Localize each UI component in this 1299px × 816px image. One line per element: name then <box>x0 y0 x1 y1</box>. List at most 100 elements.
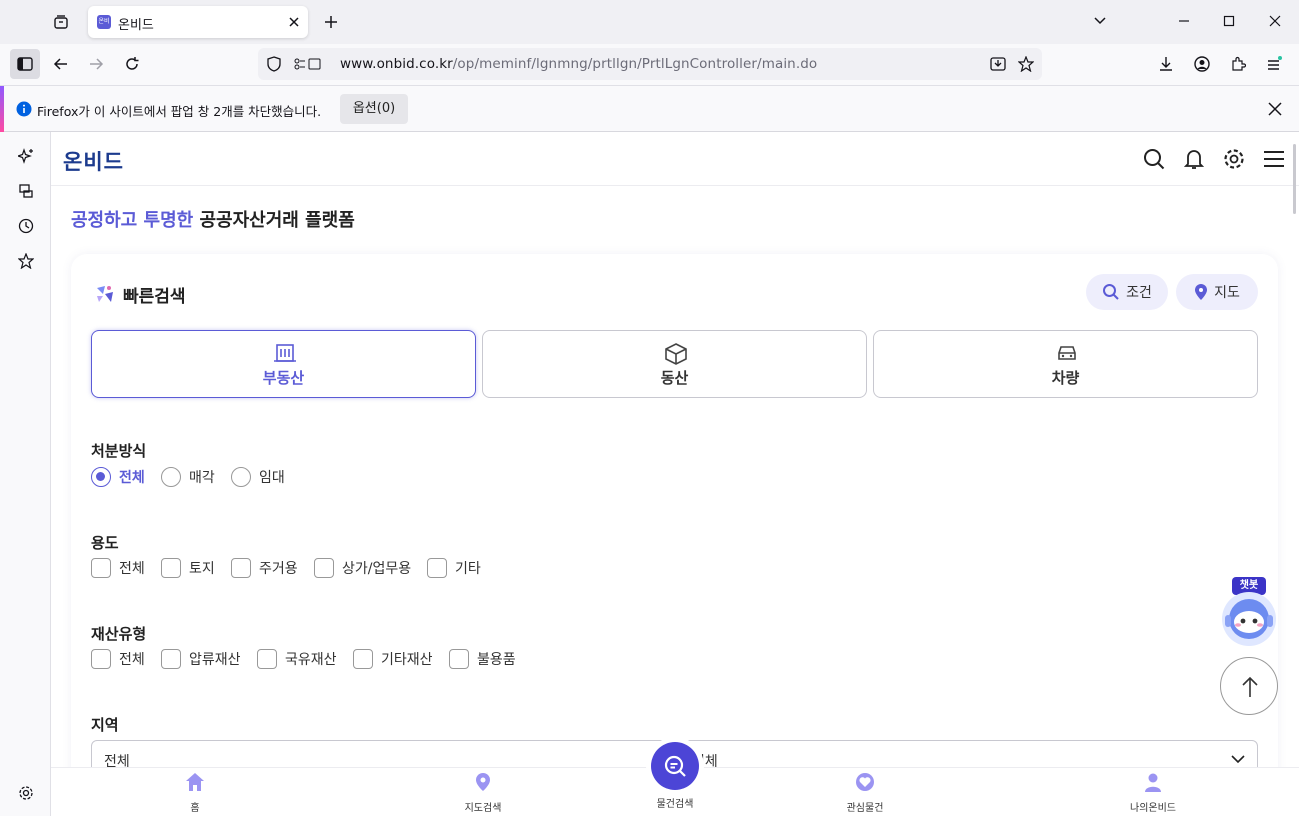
close-window-icon[interactable] <box>1261 7 1289 35</box>
checkbox[interactable] <box>257 649 277 669</box>
car-icon <box>1058 346 1076 360</box>
bottom-nav-item-search[interactable]: 물건검색 <box>635 795 715 810</box>
new-tab-icon[interactable] <box>317 8 345 36</box>
box-icon <box>665 343 687 365</box>
search-icon <box>1103 284 1119 300</box>
map-pin-icon <box>476 773 490 791</box>
tab-title: 온비드 <box>118 18 154 33</box>
checkbox[interactable] <box>231 558 251 578</box>
building-icon <box>274 344 296 362</box>
bookmarks-icon[interactable] <box>12 247 40 275</box>
usage-option-land[interactable]: 토지 <box>161 558 215 578</box>
category-label: 동산 <box>660 369 689 387</box>
bottom-nav-home[interactable]: 홈 <box>155 772 235 814</box>
checkbox[interactable] <box>91 558 111 578</box>
notification-bell-icon[interactable] <box>1180 145 1208 173</box>
disposal-option-lease[interactable]: 임대 <box>231 467 285 487</box>
forward-icon[interactable] <box>82 50 110 78</box>
chevron-down-icon <box>1231 755 1245 764</box>
radio-button[interactable] <box>91 467 111 487</box>
notification-options-button[interactable]: 옵션(0) <box>340 94 408 124</box>
page-scrollbar[interactable] <box>1293 144 1296 214</box>
scroll-to-top-button[interactable] <box>1220 657 1278 715</box>
condition-button[interactable]: 조건 <box>1086 274 1168 310</box>
downloads-icon[interactable] <box>1152 50 1180 78</box>
chatbot-button[interactable]: 챗봇 <box>1221 577 1277 647</box>
bottom-nav-favorites[interactable]: 관심물건 <box>825 772 905 814</box>
home-icon <box>186 773 204 791</box>
disposal-option-sale[interactable]: 매각 <box>161 467 215 487</box>
radio-button[interactable] <box>161 467 181 487</box>
extensions-icon[interactable] <box>1224 50 1252 78</box>
checkbox[interactable] <box>161 558 181 578</box>
checkbox[interactable] <box>161 649 181 669</box>
category-label: 부동산 <box>262 369 305 387</box>
browser-tab-bar: 온비드 온비드 <box>0 0 1299 44</box>
popup-blocked-notification: Firefox가 이 사이트에서 팝업 창 2개를 차단했습니다. 옵션(0) <box>0 86 1299 132</box>
usage-option-residential[interactable]: 주거용 <box>231 558 298 578</box>
page-save-icon[interactable] <box>984 50 1012 78</box>
property-option-seized[interactable]: 압류재산 <box>161 649 241 669</box>
site-header: 온비드 <box>51 132 1299 186</box>
url-bar[interactable]: www.onbid.co.kr/op/meminf/lgnmng/prtllgn… <box>258 48 1042 80</box>
disposal-method-title: 처분방식 <box>91 442 147 460</box>
history-icon[interactable] <box>12 212 40 240</box>
list-tabs-icon[interactable] <box>1086 7 1114 35</box>
maximize-icon[interactable] <box>1215 7 1243 35</box>
page-tagline: 공정하고 투명한 공공자산거래 플랫폼 <box>71 210 355 231</box>
property-option-unused[interactable]: 불용품 <box>449 649 516 669</box>
permissions-icon[interactable] <box>290 50 326 78</box>
checkbox[interactable] <box>91 649 111 669</box>
user-icon <box>1145 773 1161 792</box>
reload-icon[interactable] <box>118 50 146 78</box>
checkbox[interactable] <box>427 558 447 578</box>
ai-chatbot-icon[interactable] <box>12 142 40 170</box>
sidebar-settings-icon[interactable] <box>12 779 40 807</box>
tab-overview-icon[interactable] <box>47 8 75 36</box>
search-icon[interactable] <box>1140 145 1168 173</box>
bottom-nav-map-search[interactable]: 지도검색 <box>443 772 523 814</box>
site-logo[interactable]: 온비드 <box>63 146 124 176</box>
checkbox[interactable] <box>353 649 373 669</box>
minimize-icon[interactable] <box>1170 7 1198 35</box>
shield-icon[interactable] <box>260 50 288 78</box>
close-tab-icon[interactable] <box>280 8 308 36</box>
property-type-title: 재산유형 <box>91 625 147 643</box>
chatbot-robot-icon <box>1222 592 1276 646</box>
disposal-option-all[interactable]: 전체 <box>91 467 145 487</box>
bookmark-star-icon[interactable] <box>1012 50 1040 78</box>
category-vehicles[interactable]: 차량 <box>873 330 1258 398</box>
property-option-all[interactable]: 전체 <box>91 649 145 669</box>
info-icon <box>10 95 38 123</box>
notification-text: Firefox가 이 사이트에서 팝업 창 2개를 차단했습니다. <box>37 104 322 119</box>
property-option-other[interactable]: 기타재산 <box>353 649 433 669</box>
settings-gear-icon[interactable] <box>1220 145 1248 173</box>
radio-button[interactable] <box>231 467 251 487</box>
checkbox[interactable] <box>449 649 469 669</box>
category-label: 차량 <box>1051 369 1080 387</box>
bottom-nav-my-onbid[interactable]: 나의온비드 <box>1113 772 1193 814</box>
close-notification-icon[interactable] <box>1261 95 1289 123</box>
item-search-fab[interactable] <box>651 742 699 790</box>
page-content: 온비드 공정하고 투명한 공공자산거래 플랫폼 빠른검색 조건 지도 부동산 동… <box>51 132 1299 816</box>
app-menu-icon[interactable] <box>1260 50 1288 78</box>
account-icon[interactable] <box>1188 50 1216 78</box>
category-real-estate[interactable]: 부동산 <box>91 330 476 398</box>
usage-option-commercial[interactable]: 상가/업무용 <box>314 558 411 578</box>
synced-tabs-icon[interactable] <box>12 177 40 205</box>
usage-option-etc[interactable]: 기타 <box>427 558 481 578</box>
usage-option-all[interactable]: 전체 <box>91 558 145 578</box>
checkbox[interactable] <box>314 558 334 578</box>
category-movables[interactable]: 동산 <box>482 330 867 398</box>
property-option-national[interactable]: 국유재산 <box>257 649 337 669</box>
map-button[interactable]: 지도 <box>1176 274 1258 310</box>
hamburger-menu-icon[interactable] <box>1260 145 1288 173</box>
browser-nav-bar: www.onbid.co.kr/op/meminf/lgnmng/prtllgn… <box>0 44 1299 86</box>
search-chat-icon <box>664 755 686 777</box>
back-icon[interactable] <box>47 50 75 78</box>
sidebar-toggle-icon[interactable] <box>10 49 40 79</box>
quick-search-icon <box>91 280 119 308</box>
heart-icon <box>856 773 874 791</box>
browser-tab[interactable]: 온비드 온비드 <box>88 6 308 39</box>
url-text[interactable]: www.onbid.co.kr/op/meminf/lgnmng/prtllgn… <box>340 56 817 72</box>
